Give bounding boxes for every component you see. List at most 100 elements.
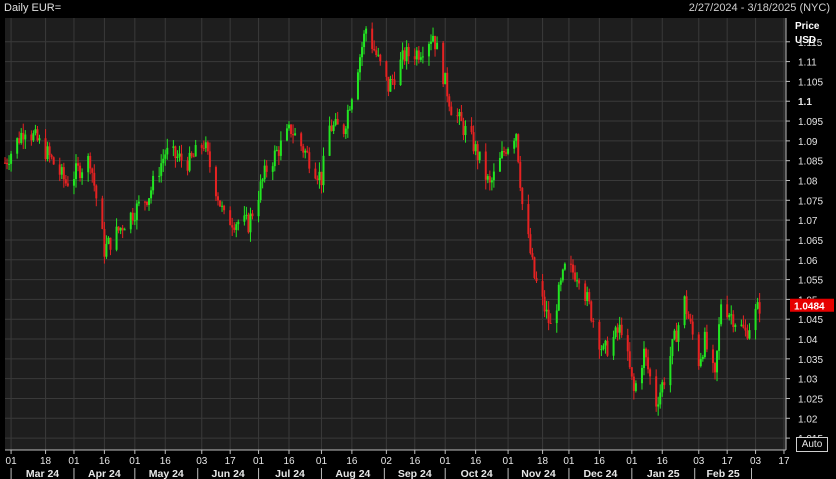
candle-down — [758, 302, 761, 314]
candle-down — [675, 330, 678, 342]
candle-up — [432, 35, 435, 42]
x-tick-label: 01 — [68, 456, 80, 467]
x-tick-label: 16 — [283, 456, 295, 467]
candle-up — [38, 138, 41, 141]
candle-up — [261, 179, 264, 182]
candle-down — [742, 324, 745, 328]
month-label: Nov 24 — [521, 468, 556, 479]
candle-down — [456, 115, 459, 117]
candle-down — [584, 283, 587, 301]
y-tick-label: 1.07 — [798, 216, 818, 227]
candle-down — [628, 351, 631, 368]
last-price-tag: 1.0484 — [790, 298, 834, 313]
candle-up — [60, 167, 63, 175]
candle-down — [547, 309, 550, 323]
candle-up — [107, 237, 110, 244]
candle-up — [344, 128, 347, 135]
x-tick-label: 03 — [693, 456, 705, 467]
candle-down — [578, 280, 581, 284]
candle-up — [399, 59, 402, 86]
candle-down — [630, 367, 633, 377]
candle-up — [703, 331, 706, 357]
candle-down — [89, 155, 92, 169]
candle-up — [164, 154, 167, 159]
auto-scale-button[interactable]: Auto — [796, 437, 828, 452]
candle-up — [363, 33, 366, 48]
candle-down — [206, 142, 209, 152]
candle-down — [535, 277, 538, 282]
candle-down — [476, 144, 479, 161]
candle-down — [697, 334, 700, 367]
y-tick-label: 1.11 — [798, 58, 817, 69]
month-label: May 24 — [149, 468, 184, 479]
x-tick-label: 01 — [563, 456, 575, 467]
candle-down — [208, 151, 211, 168]
candle-up — [419, 57, 422, 60]
candle-down — [101, 198, 104, 229]
candle-up — [754, 308, 757, 331]
candle-up — [176, 156, 179, 159]
candle-down — [375, 50, 378, 56]
candle-down — [691, 321, 694, 335]
x-tick-label: 18 — [40, 456, 52, 467]
candle-up — [612, 337, 615, 356]
candle-down — [488, 176, 491, 183]
y-tick-label: 1.06 — [798, 256, 818, 267]
candle-up — [604, 340, 607, 346]
month-label: Dec 24 — [583, 468, 617, 479]
candle-down — [462, 121, 465, 136]
candle-down — [746, 330, 749, 339]
candle-down — [446, 72, 449, 97]
candle-up — [486, 176, 489, 180]
candle-down — [574, 272, 577, 281]
candle-up — [105, 243, 108, 257]
candle-up — [150, 190, 153, 199]
candle-down — [417, 50, 420, 60]
candle-up — [748, 330, 751, 339]
candle-up — [72, 179, 75, 186]
candlestick-chart[interactable]: Price USD 1.1151.111.1051.11.0951.091.08… — [0, 0, 836, 479]
candle-up — [294, 133, 297, 136]
candle-up — [81, 172, 84, 179]
candle-down — [36, 129, 39, 141]
candle-down — [77, 163, 80, 166]
candle-up — [137, 201, 140, 204]
candle-down — [371, 28, 374, 49]
candle-down — [95, 185, 98, 199]
candle-up — [515, 134, 518, 141]
candle-down — [645, 348, 648, 358]
candle-up — [16, 138, 19, 154]
candle-up — [275, 149, 278, 151]
candle-up — [166, 147, 169, 155]
candle-down — [64, 179, 67, 184]
candle-up — [279, 140, 282, 156]
x-tick-label: 17 — [778, 456, 790, 467]
plot-area — [5, 18, 786, 450]
candle-down — [413, 56, 416, 60]
candle-up — [257, 200, 260, 217]
candle-up — [734, 324, 737, 327]
candle-down — [663, 382, 666, 386]
y-tick-label: 1.04 — [798, 335, 818, 346]
candle-up — [288, 124, 290, 129]
candle-down — [543, 296, 546, 312]
candle-up — [178, 153, 181, 157]
candle-down — [180, 153, 183, 161]
candle-down — [30, 134, 33, 141]
candle-down — [598, 321, 601, 350]
candle-down — [300, 133, 303, 147]
y-tick-label: 1.03 — [798, 375, 818, 386]
candle-up — [657, 404, 660, 407]
y-tick-label: 1.045 — [798, 315, 823, 326]
x-tick-label: 01 — [6, 456, 18, 467]
candle-up — [718, 324, 721, 351]
candle-up — [172, 146, 175, 148]
candle-down — [202, 147, 205, 149]
candle-down — [711, 349, 714, 364]
month-label: Feb 25 — [706, 468, 739, 479]
x-tick-label: 01 — [316, 456, 328, 467]
candle-down — [373, 48, 376, 51]
candle-down — [531, 253, 534, 258]
candle-down — [44, 138, 47, 160]
x-tick-label: 01 — [503, 456, 515, 467]
